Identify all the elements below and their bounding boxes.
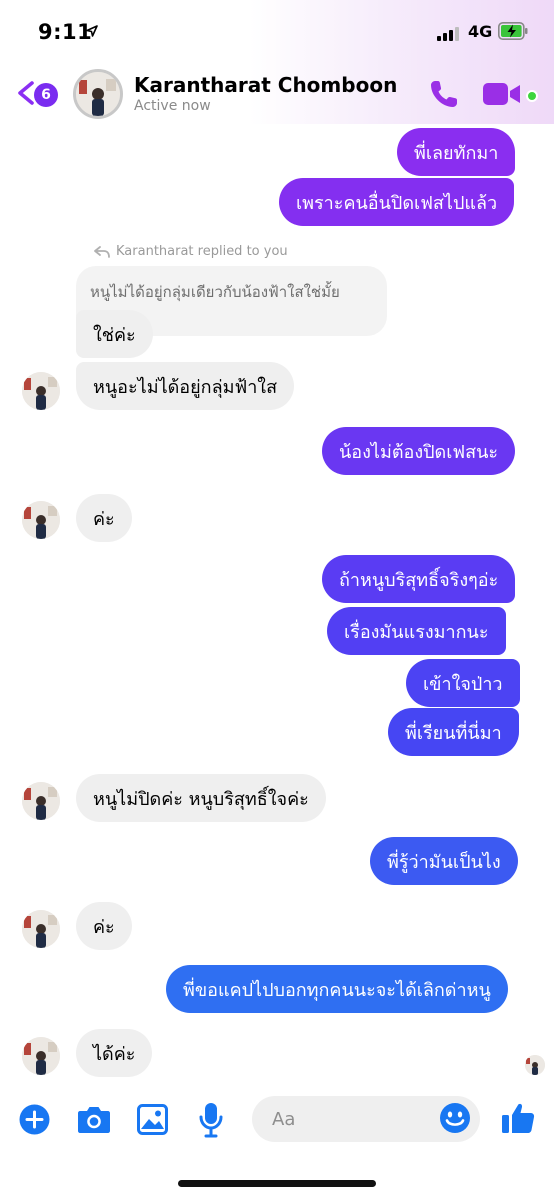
unread-count-badge[interactable]: 6: [34, 83, 58, 107]
incoming-message[interactable]: ใช่ค่ะ: [76, 310, 153, 358]
message-input-placeholder: Aa: [272, 1108, 296, 1130]
contact-avatar-small[interactable]: [22, 372, 60, 410]
message-text: เข้าใจป่าว: [423, 673, 503, 695]
incoming-message[interactable]: ค่ะ: [76, 902, 132, 950]
top-bar: 9:11 4G 6 Karantharat Chomboon Active no…: [0, 0, 554, 124]
status-time: 9:11: [38, 20, 93, 44]
message-text: พี่เลยทักมา: [414, 142, 499, 164]
incoming-message[interactable]: หนูไม่ปิดค่ะ หนูบริสุทธิ์ใจค่ะ: [76, 774, 326, 822]
status-bar: 9:11 4G: [0, 0, 554, 62]
quoted-text: หนูไม่ได้อยู่กลุ่มเดียวกับน้องฟ้าใสใช่มั…: [90, 283, 340, 301]
cellular-signal-icon: [437, 26, 461, 41]
active-status: Active now: [134, 98, 211, 114]
reply-context: Karantharat replied to you: [94, 244, 288, 259]
message-text: ค่ะ: [93, 916, 115, 938]
contact-avatar-small[interactable]: [22, 782, 60, 820]
contact-avatar-small[interactable]: [22, 910, 60, 948]
phone-icon[interactable]: [428, 78, 460, 110]
message-text: หนูอะไม่ได้อยู่กลุ่มฟ้าใส: [93, 376, 278, 398]
outgoing-message[interactable]: ถ้าหนูบริสุทธิ์จริงๆอ่ะ: [322, 555, 516, 603]
home-indicator[interactable]: [178, 1180, 376, 1187]
message-text: ใช่ค่ะ: [93, 324, 136, 346]
location-arrow-icon: [86, 25, 98, 37]
message-text: พี่เรียนที่นี่มา: [405, 722, 502, 744]
outgoing-message[interactable]: เข้าใจป่าว: [406, 659, 520, 707]
image-icon[interactable]: [137, 1104, 168, 1135]
outgoing-message[interactable]: น้องไม่ต้องปิดเฟสนะ: [322, 427, 516, 475]
conversation-header: 6 Karantharat Chomboon Active now: [0, 62, 554, 124]
incoming-message[interactable]: ได้ค่ะ: [76, 1029, 153, 1077]
outgoing-message[interactable]: พี่ขอแคปไปบอกทุกคนนะจะได้เลิกด่าหนู: [166, 965, 508, 1013]
network-type: 4G: [468, 22, 493, 41]
message-text: เรื่องมันแรงมากนะ: [344, 621, 489, 643]
message-text: น้องไม่ต้องปิดเฟสนะ: [339, 441, 499, 463]
seen-avatar: [525, 1055, 545, 1075]
message-text: พี่ขอแคปไปบอกทุกคนนะจะได้เลิกด่าหนู: [183, 979, 491, 1001]
reply-arrow-icon: [94, 245, 110, 258]
chevron-left-icon[interactable]: [14, 80, 36, 106]
message-text: ถ้าหนูบริสุทธิ์จริงๆอ่ะ: [339, 569, 499, 591]
plus-icon[interactable]: [19, 1104, 50, 1135]
microphone-icon[interactable]: [199, 1102, 223, 1138]
reply-label: Karantharat replied to you: [116, 244, 288, 259]
outgoing-message[interactable]: พี่เรียนที่นี่มา: [388, 708, 519, 756]
contact-name[interactable]: Karantharat Chomboon: [134, 73, 397, 97]
message-text: เพราะคนอื่นปิดเฟสไปแล้ว: [296, 192, 498, 214]
incoming-message[interactable]: ค่ะ: [76, 494, 132, 542]
video-camera-icon[interactable]: [482, 80, 522, 108]
battery-charging-icon: [498, 22, 528, 40]
outgoing-message[interactable]: พี่รู้ว่ามันเป็นไง: [370, 837, 518, 885]
message-text: ค่ะ: [93, 508, 115, 530]
camera-icon[interactable]: [77, 1105, 111, 1134]
contact-avatar[interactable]: [73, 69, 123, 119]
incoming-message[interactable]: หนูอะไม่ได้อยู่กลุ่มฟ้าใส: [76, 362, 295, 410]
message-text: ได้ค่ะ: [93, 1043, 136, 1065]
thumbs-up-icon[interactable]: [500, 1100, 536, 1136]
outgoing-message[interactable]: เพราะคนอื่นปิดเฟสไปแล้ว: [279, 178, 515, 226]
outgoing-message[interactable]: เรื่องมันแรงมากนะ: [327, 607, 506, 655]
emoji-icon[interactable]: [439, 1102, 471, 1134]
message-text: พี่รู้ว่ามันเป็นไง: [387, 851, 501, 873]
message-text: หนูไม่ปิดค่ะ หนูบริสุทธิ์ใจค่ะ: [93, 788, 309, 810]
contact-avatar-small[interactable]: [22, 501, 60, 539]
outgoing-message[interactable]: พี่เลยทักมา: [397, 128, 516, 176]
message-composer: Aa: [0, 1084, 554, 1154]
contact-avatar-small[interactable]: [22, 1037, 60, 1075]
online-indicator: [526, 90, 538, 102]
